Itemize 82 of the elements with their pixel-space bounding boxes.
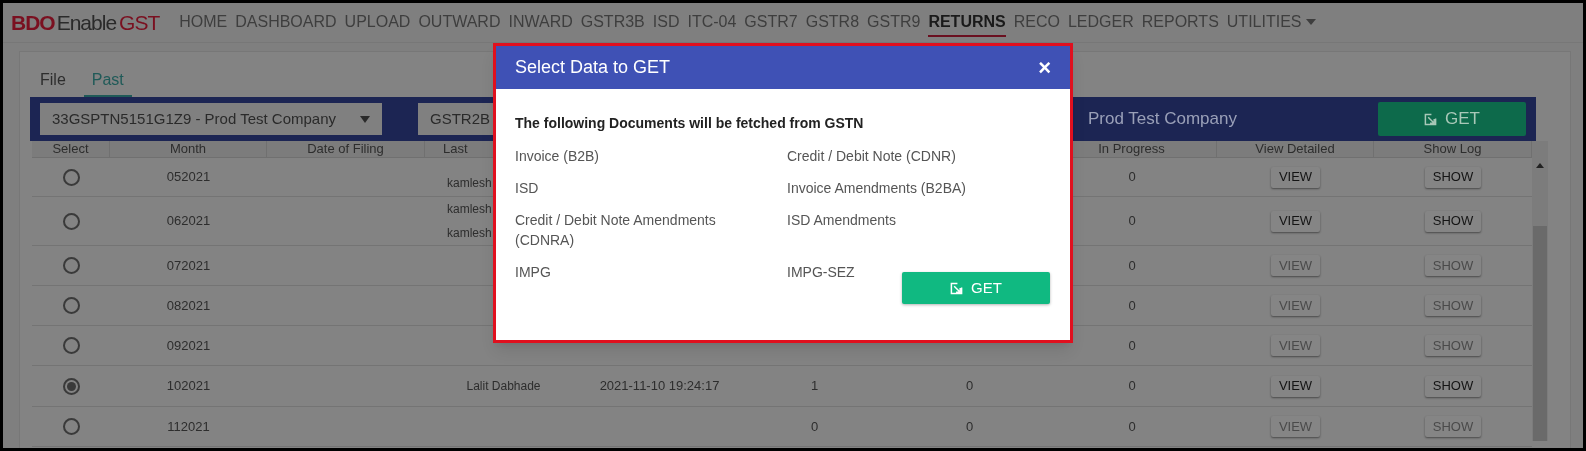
month-cell-text: 082021 — [166, 296, 211, 315]
view-button[interactable]: VIEW — [1270, 166, 1321, 188]
month-cell-text: 112021 — [167, 417, 210, 436]
document-type: Credit / Debit Note Amendments (CDNRA) — [515, 212, 716, 248]
company-name: Prod Test Company — [1088, 108, 1237, 131]
nav-item[interactable]: RECO — [1013, 8, 1060, 37]
nav-item[interactable]: UPLOAD — [344, 8, 411, 37]
nav-item[interactable]: DASHBOARD — [235, 8, 337, 37]
column-header: Select — [52, 140, 89, 159]
count-cell-text: 0 — [1128, 336, 1136, 355]
month-cell-text: 092021 — [166, 336, 211, 355]
count-cell-text: 0 — [1128, 417, 1136, 436]
document-type: ISD — [515, 180, 539, 196]
nav-item[interactable]: GSTR7 — [744, 8, 798, 37]
dialog-title: Select Data to GET — [515, 56, 671, 79]
radio-button[interactable] — [62, 337, 80, 354]
month-cell-text: 062021 — [166, 212, 211, 231]
column-header: Last — [443, 140, 468, 159]
column-header: View Detailed — [1255, 140, 1335, 159]
get-button[interactable]: GET — [902, 272, 1050, 304]
radio-button[interactable] — [62, 212, 80, 230]
export-icon — [950, 281, 964, 295]
count-cell-text: 0 — [965, 417, 974, 436]
document-type: Invoice (B2B) — [515, 148, 600, 164]
count-cell-text: 0 — [1128, 256, 1136, 275]
user-name: kamlesh — [447, 225, 492, 242]
company-dropdown[interactable]: 33GSPTN5151G1Z9 - Prod Test Company — [40, 103, 382, 135]
nav-item[interactable]: UTILITIES — [1226, 8, 1316, 37]
column-header: Show Log — [1423, 140, 1482, 159]
nav-item[interactable]: GSTR3B — [580, 8, 645, 37]
count-cell-text: 0 — [810, 417, 819, 436]
scrollbar-thumb[interactable] — [1533, 226, 1547, 441]
month-cell-text: 052021 — [166, 168, 211, 187]
count-cell-text: 0 — [1128, 212, 1136, 231]
scrollbar[interactable] — [1532, 141, 1548, 441]
document-type: ISD Amendments — [787, 212, 896, 228]
document-type: IMPG — [515, 264, 551, 280]
show-button[interactable]: SHOW — [1424, 166, 1482, 188]
dialog-heading: The following Documents will be fetched from GSTN — [515, 114, 865, 133]
export-icon — [1424, 112, 1437, 126]
user-name: kamlesh — [447, 201, 492, 218]
scroll-up-icon[interactable] — [1536, 163, 1544, 168]
close-button[interactable]: × — [1038, 56, 1051, 79]
document-type: IMPG-SEZ — [787, 264, 855, 280]
count-cell-text: 0 — [1128, 377, 1136, 396]
month-cell-text: 102021 — [166, 377, 211, 396]
count-cell-text: 1 — [810, 377, 819, 396]
nav-item[interactable]: LEDGER — [1067, 8, 1134, 37]
document-type: Credit / Debit Note (CDNR) — [787, 148, 956, 164]
document-type: Invoice Amendments (B2BA) — [787, 180, 966, 196]
radio-button[interactable] — [62, 297, 80, 314]
nav-item[interactable]: OUTWARD — [418, 8, 501, 37]
radio-button[interactable] — [62, 257, 80, 274]
show-button[interactable]: SHOW — [1424, 375, 1482, 397]
user-name: Lalit Dabhade — [466, 378, 541, 395]
column-header: Date of Filing — [307, 140, 384, 159]
column-header: Month — [169, 140, 207, 159]
nav-item[interactable]: ITC-04 — [687, 8, 737, 37]
radio-button[interactable] — [62, 377, 80, 395]
show-button[interactable]: SHOW — [1424, 210, 1482, 232]
view-button[interactable]: VIEW — [1270, 210, 1321, 232]
nav-item[interactable]: INWARD — [508, 8, 573, 37]
logo: BDOEnableGST — [11, 9, 160, 36]
count-cell-text: 0 — [1128, 296, 1136, 315]
caret-icon — [360, 115, 370, 123]
column-header: In Progress — [1098, 140, 1165, 159]
radio-button[interactable] — [62, 168, 80, 186]
month-cell-text: 072021 — [166, 256, 211, 275]
nav-item[interactable]: RETURNS — [928, 8, 1006, 37]
tab[interactable]: File — [32, 64, 74, 97]
nav-item[interactable]: GSTR8 — [805, 8, 860, 37]
count-cell-text: 0 — [1128, 168, 1136, 187]
date-cell-text: 2021-11-10 19:24:17 — [599, 377, 720, 396]
user-name: kamlesh — [447, 175, 492, 192]
nav-item[interactable]: REPORTS — [1141, 8, 1219, 37]
radio-button[interactable] — [62, 418, 80, 435]
view-button[interactable]: VIEW — [1270, 375, 1321, 397]
get-button[interactable]: GET — [1378, 102, 1526, 136]
nav-item[interactable]: GSTR9 — [867, 8, 921, 37]
nav-item[interactable]: HOME — [179, 8, 228, 37]
count-cell-text: 0 — [965, 377, 974, 396]
nav-item[interactable]: ISD — [652, 8, 680, 37]
